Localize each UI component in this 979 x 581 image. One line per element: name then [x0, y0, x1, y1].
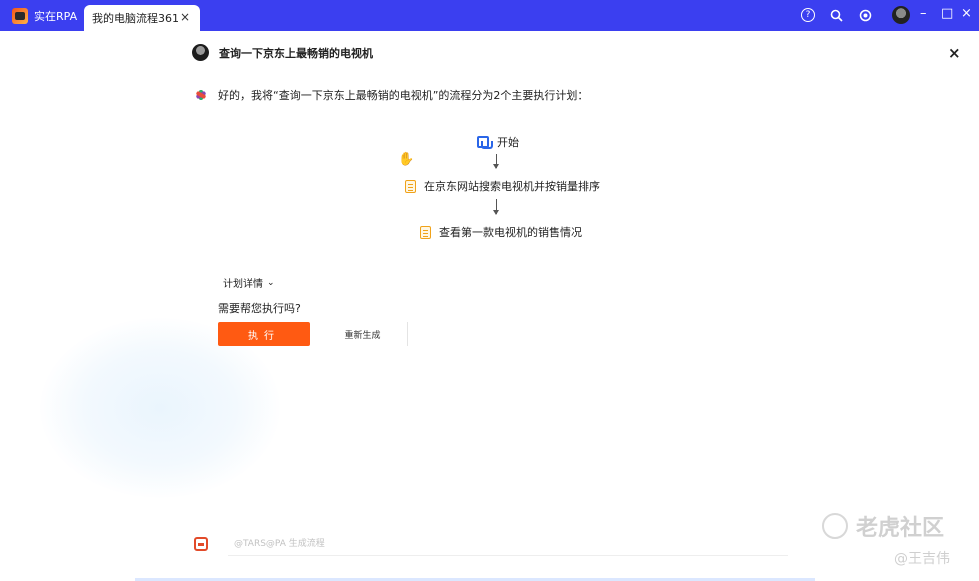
minimize-button[interactable]: –: [920, 6, 927, 21]
maximize-button[interactable]: □: [941, 6, 953, 21]
chat-input[interactable]: [228, 532, 788, 556]
user-avatar: [192, 44, 209, 61]
close-window-button[interactable]: ×: [961, 6, 972, 21]
flow-step-1-label: 在京东网站搜索电视机并按销量排序: [424, 180, 600, 193]
close-panel-button[interactable]: ×: [948, 44, 961, 62]
assistant-logo-icon: [194, 537, 208, 551]
search-icon[interactable]: [829, 8, 843, 22]
settings-icon[interactable]: [858, 8, 872, 22]
help-icon[interactable]: ?: [801, 8, 815, 22]
user-query-text: 查询一下京东上最畅销的电视机: [219, 46, 373, 60]
watermark: 老虎社区: [822, 510, 944, 542]
document-icon: [420, 225, 431, 239]
flow-start-label: 开始: [497, 136, 519, 149]
flow-start-node: 开始: [477, 134, 519, 150]
bot-reply-text: 好的，我将“查询一下京东上最畅销的电视机”的流程分为2个主要执行计划：: [218, 89, 589, 102]
app-logo-icon: [12, 8, 28, 24]
hand-cursor-icon: ✋: [398, 152, 415, 167]
tab-label: 我的电脑流程361: [92, 12, 179, 25]
bot-logo-icon: [192, 86, 210, 104]
watermark-author: @王吉伟: [894, 551, 950, 567]
execute-question: 需要帮您执行吗?: [218, 302, 301, 315]
execute-button[interactable]: 执行: [218, 322, 310, 346]
flow-step-2: 查看第一款电视机的销售情况: [420, 224, 582, 240]
chevron-down-icon: ⌄: [267, 277, 275, 288]
regenerate-button[interactable]: 重新生成: [318, 322, 408, 346]
document-icon: [405, 179, 416, 193]
watermark-logo-icon: [822, 513, 848, 539]
watermark-brand: 老虎社区: [856, 516, 945, 541]
flow-arrow: [493, 199, 499, 215]
home-tab[interactable]: 实在RPA: [12, 5, 77, 27]
title-bar: 实在RPA 我的电脑流程361 × ? – □ ×: [0, 0, 979, 31]
user-message: 查询一下京东上最畅销的电视机: [192, 44, 373, 61]
home-tab-label: 实在RPA: [34, 10, 78, 23]
tab-close-icon[interactable]: ×: [180, 10, 190, 24]
user-avatar-top[interactable]: [892, 6, 910, 24]
start-icon: [477, 136, 493, 149]
plan-detail-label: 计划详情: [223, 279, 263, 290]
flow-arrow: [493, 154, 499, 169]
plan-detail-toggle[interactable]: 计划详情 ⌄: [223, 275, 275, 291]
bot-message: 好的，我将“查询一下京东上最畅销的电视机”的流程分为2个主要执行计划：: [192, 86, 588, 104]
flow-step-2-label: 查看第一款电视机的销售情况: [439, 226, 582, 239]
tab-active-flow[interactable]: 我的电脑流程361 ×: [84, 5, 200, 31]
flow-step-1: 在京东网站搜索电视机并按销量排序: [405, 178, 600, 194]
